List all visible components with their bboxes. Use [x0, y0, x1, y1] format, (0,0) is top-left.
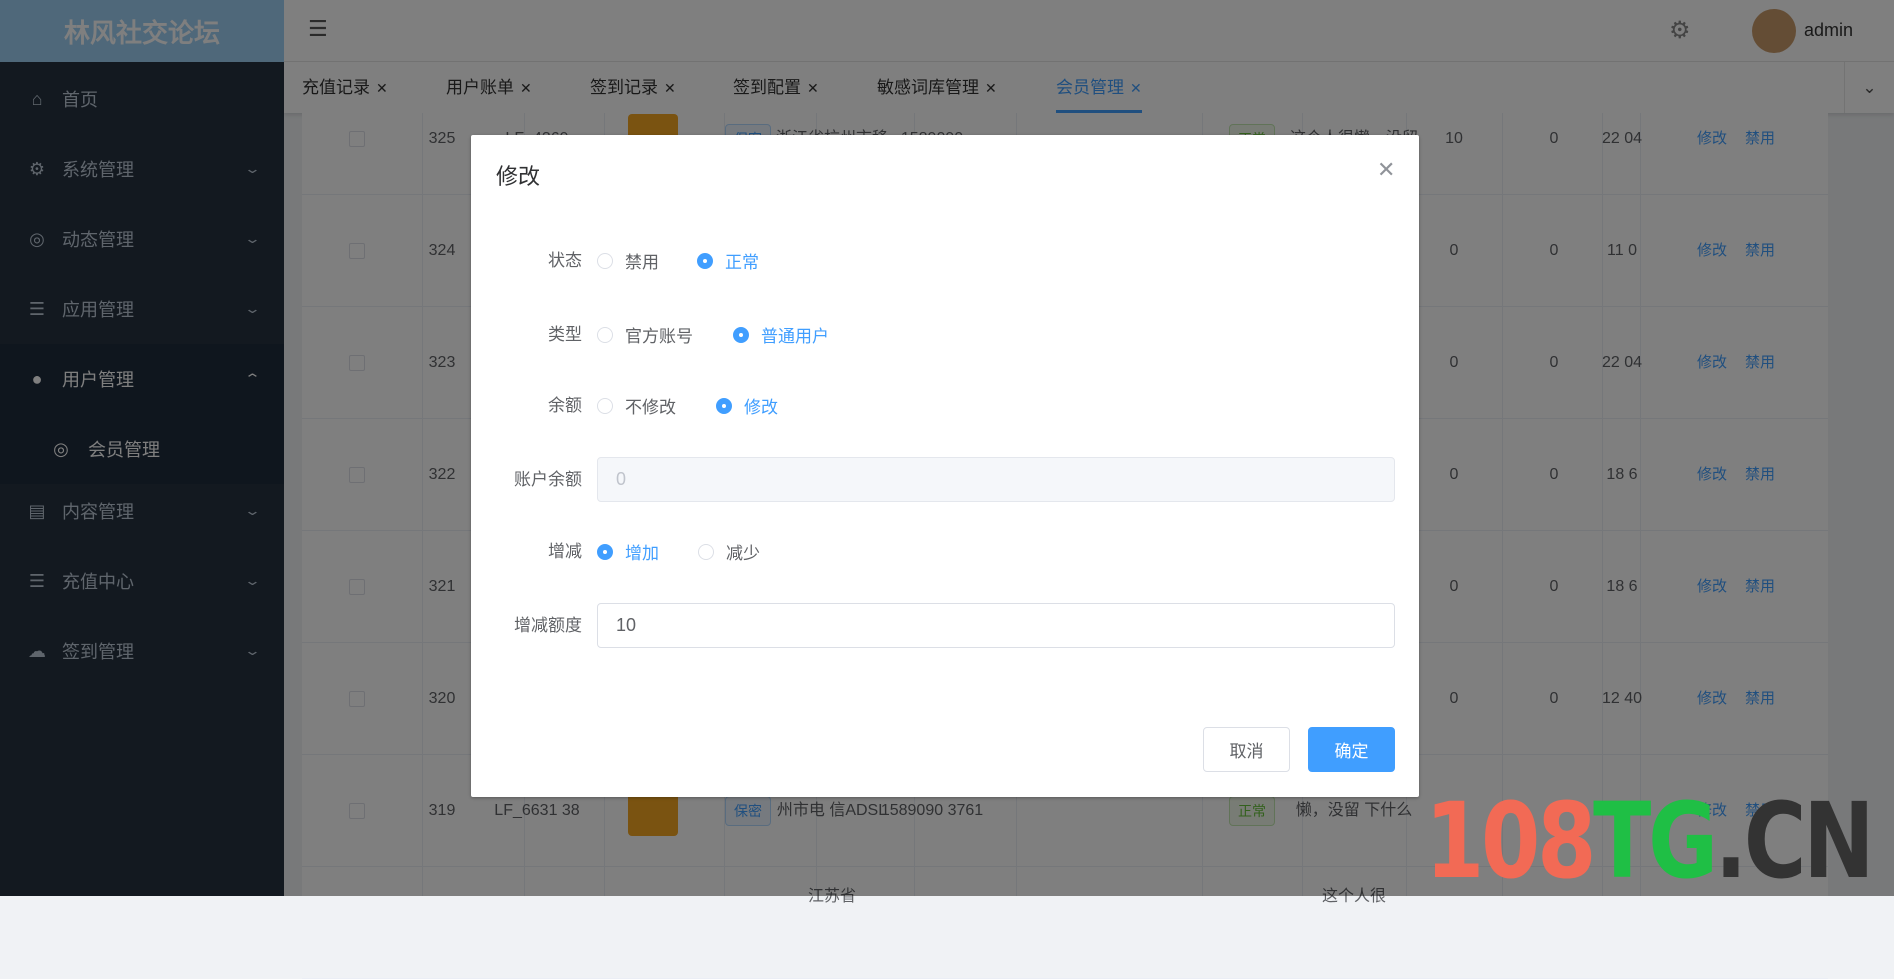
radio-circle — [597, 543, 613, 560]
status-radio-normal[interactable]: 正常 — [697, 238, 759, 283]
radio-label: 增加 — [625, 544, 659, 563]
amount-input[interactable] — [597, 603, 1395, 648]
type-radio-normal-user[interactable]: 普通用户 — [733, 312, 829, 357]
watermark: 108TG.CN — [1425, 780, 1875, 902]
status-radio-disabled[interactable]: 禁用 — [597, 238, 659, 283]
account-balance-label: 账户余额 — [514, 470, 582, 489]
radio-label: 正常 — [725, 253, 759, 272]
change-radio-increase[interactable]: 增加 — [597, 529, 659, 574]
change-row: 增减 增加 减少 — [471, 529, 1419, 574]
radio-circle — [597, 252, 613, 269]
type-label: 类型 — [548, 325, 582, 344]
account-balance-row: 账户余额 — [471, 457, 1419, 502]
radio-circle — [597, 326, 613, 343]
amount-row: 增减额度 — [471, 603, 1419, 648]
radio-label: 官方账号 — [625, 327, 693, 346]
confirm-button[interactable]: 确定 — [1308, 727, 1395, 772]
radio-label: 不修改 — [625, 398, 676, 417]
account-balance-input[interactable] — [597, 457, 1395, 502]
radio-circle — [733, 326, 749, 343]
radio-label: 修改 — [744, 398, 778, 417]
watermark-part: TG — [1593, 780, 1718, 902]
radio-label: 禁用 — [625, 253, 659, 272]
radio-label: 减少 — [726, 544, 760, 563]
radio-circle — [716, 397, 732, 414]
watermark-part: 108 — [1425, 780, 1596, 902]
radio-circle — [597, 397, 613, 414]
cancel-button[interactable]: 取消 — [1203, 727, 1290, 772]
watermark-part: .CN — [1714, 780, 1875, 902]
balance-row: 余额 不修改 修改 — [471, 383, 1419, 428]
balance-radio-no-change[interactable]: 不修改 — [597, 383, 676, 428]
status-row: 状态 禁用 正常 — [471, 238, 1419, 283]
balance-label: 余额 — [548, 396, 582, 415]
close-icon[interactable]: ✕ — [1377, 157, 1395, 183]
dialog-title: 修改 — [496, 164, 541, 189]
radio-circle — [697, 252, 713, 269]
status-label: 状态 — [548, 251, 582, 270]
radio-circle — [698, 543, 714, 560]
edit-dialog: 修改 ✕ 状态 禁用 正常 类型 官方账号 普通用户 余额 不修改 修改 账户余… — [471, 135, 1419, 797]
amount-label: 增减额度 — [514, 616, 582, 635]
balance-radio-change[interactable]: 修改 — [716, 383, 778, 428]
change-label: 增减 — [548, 542, 582, 561]
change-radio-decrease[interactable]: 减少 — [698, 529, 760, 574]
type-radio-official[interactable]: 官方账号 — [597, 312, 693, 357]
type-row: 类型 官方账号 普通用户 — [471, 312, 1419, 357]
radio-label: 普通用户 — [761, 327, 829, 346]
